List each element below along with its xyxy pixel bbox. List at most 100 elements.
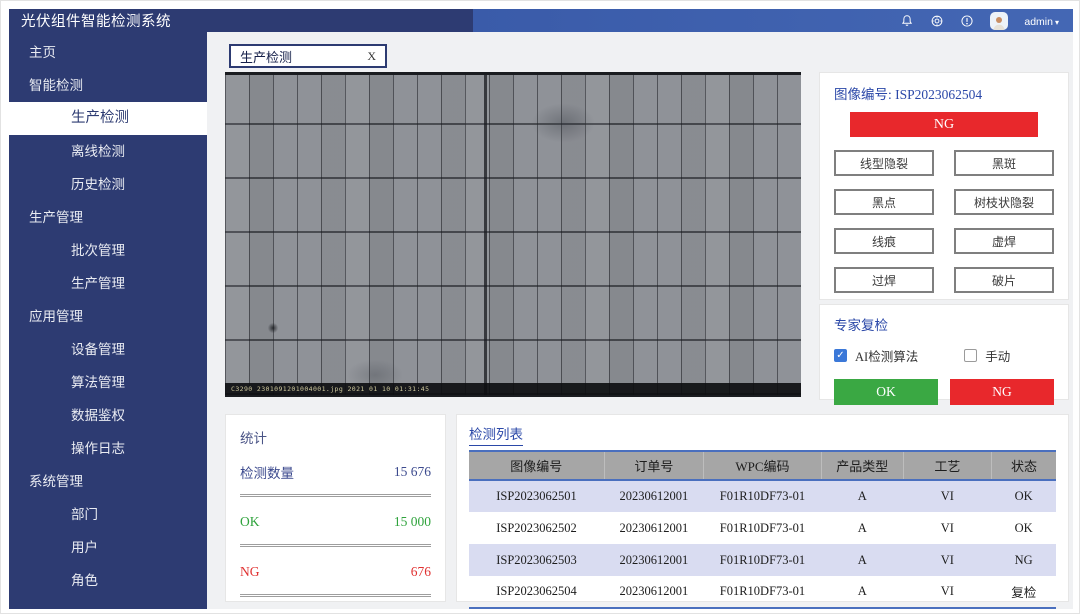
defect-button[interactable]: 线型隐裂 — [834, 150, 934, 176]
table-cell: NG — [991, 544, 1056, 576]
table-row[interactable]: ISP202306250220230612001F01R10DF73-01AVI… — [469, 512, 1056, 544]
sidebar-item[interactable]: 用户 — [9, 531, 207, 564]
app-title: 光伏组件智能检测系统 — [9, 10, 171, 31]
review-mode-option[interactable]: ✓ AI检测算法 — [834, 346, 918, 365]
chevron-down-icon: ▾ — [1055, 18, 1059, 27]
table-cell: ISP2023062504 — [469, 576, 604, 608]
stat-value: 15 000 — [394, 514, 431, 530]
close-icon[interactable]: X — [367, 49, 376, 64]
sidebar-item[interactable]: 算法管理 — [9, 366, 207, 399]
table-cell: OK — [991, 480, 1056, 512]
sidebar-item[interactable]: 部门 — [9, 498, 207, 531]
expert-review-panel: 专家复检 ✓AI检测算法✓手动 OK NG — [819, 304, 1069, 400]
detection-list-title: 检测列表 — [469, 423, 523, 446]
ng-button[interactable]: NG — [950, 379, 1054, 405]
defect-button[interactable]: 虚焊 — [954, 228, 1054, 254]
table-cell: VI — [903, 576, 991, 608]
defect-button[interactable]: 过焊 — [834, 267, 934, 293]
detection-table: 图像编号订单号WPC编码产品类型工艺状态 ISP2023062501202306… — [469, 450, 1056, 609]
ok-button[interactable]: OK — [834, 379, 938, 405]
sidebar-item[interactable]: 系统管理 — [9, 465, 207, 498]
tab-production-inspection[interactable]: 生产检测 X — [229, 44, 387, 68]
table-cell: 20230612001 — [604, 512, 704, 544]
statistics-rows: 检测数量 15 676 OK 15 000 NG676 — [240, 450, 431, 597]
stat-label: OK — [240, 514, 260, 530]
sidebar-item[interactable]: 应用管理 — [9, 300, 207, 333]
table-cell: A — [821, 576, 903, 608]
table-cell: F01R10DF73-01 — [704, 512, 821, 544]
table-cell: ISP2023062502 — [469, 512, 604, 544]
tab-label: 生产检测 — [240, 47, 292, 66]
sidebar-item[interactable]: 角色 — [9, 564, 207, 597]
stat-label: 检测数量 — [240, 462, 294, 482]
gear-icon[interactable] — [930, 14, 944, 28]
checkbox-checked-icon[interactable]: ✓ — [834, 349, 847, 362]
table-row[interactable]: ISP202306250420230612001F01R10DF73-01AVI… — [469, 576, 1056, 608]
table-column-header: 产品类型 — [821, 451, 903, 480]
stat-label: NG — [240, 564, 260, 580]
image-watermark: C3290 2301091201004001.jpg 2021 01 10 01… — [225, 383, 801, 395]
inspection-result-panel: 图像编号: ISP2023062504 NG 线型隐裂黑斑黑点树枝状隐裂线痕虚焊… — [819, 72, 1069, 300]
user-avatar[interactable] — [990, 12, 1008, 30]
defect-button[interactable]: 线痕 — [834, 228, 934, 254]
sidebar-item[interactable]: 生产管理 — [9, 201, 207, 234]
expert-review-title: 专家复检 — [834, 314, 1054, 334]
sidebar-item[interactable]: 设备管理 — [9, 333, 207, 366]
defect-button[interactable]: 破片 — [954, 267, 1054, 293]
el-inspection-image[interactable]: C3290 2301091201004001.jpg 2021 01 10 01… — [225, 72, 801, 397]
result-badge: NG — [850, 112, 1038, 137]
table-column-header: 订单号 — [604, 451, 704, 480]
table-cell: A — [821, 480, 903, 512]
review-mode-option[interactable]: ✓ 手动 — [964, 346, 1010, 365]
table-column-header: 图像编号 — [469, 451, 604, 480]
table-cell: A — [821, 512, 903, 544]
table-cell: 20230612001 — [604, 576, 704, 608]
sidebar-menu: 主页智能检测生产检测离线检测历史检测生产管理批次管理生产管理应用管理设备管理算法… — [9, 32, 207, 609]
review-mode-label: 手动 — [985, 346, 1010, 365]
table-cell: 20230612001 — [604, 544, 704, 576]
stat-row: 检测数量 15 676 — [240, 450, 431, 497]
checkbox-unchecked-icon[interactable]: ✓ — [964, 349, 977, 362]
stat-value: 15 676 — [394, 464, 431, 480]
table-cell: 20230612001 — [604, 480, 704, 512]
table-header-row: 图像编号订单号WPC编码产品类型工艺状态 — [469, 451, 1056, 480]
table-cell: A — [821, 544, 903, 576]
stat-row: NG676 — [240, 550, 431, 597]
sidebar-item[interactable]: 生产检测 — [9, 102, 207, 135]
table-cell: ISP2023062501 — [469, 480, 604, 512]
table-cell: 复检 — [991, 576, 1056, 608]
sidebar-item[interactable]: 智能检测 — [9, 69, 207, 102]
user-menu[interactable]: admin▾ — [1024, 12, 1059, 30]
table-cell: OK — [991, 512, 1056, 544]
table-cell: F01R10DF73-01 — [704, 544, 821, 576]
header-actions: admin▾ — [900, 12, 1073, 30]
table-cell: VI — [903, 544, 991, 576]
defect-button-grid: 线型隐裂黑斑黑点树枝状隐裂线痕虚焊过焊破片 — [834, 150, 1054, 293]
table-row[interactable]: ISP202306250320230612001F01R10DF73-01AVI… — [469, 544, 1056, 576]
sidebar-item[interactable]: 离线检测 — [9, 135, 207, 168]
table-cell: F01R10DF73-01 — [704, 480, 821, 512]
image-id: 图像编号: ISP2023062504 — [834, 83, 1054, 103]
info-icon[interactable] — [960, 14, 974, 28]
table-row[interactable]: ISP202306250120230612001F01R10DF73-01AVI… — [469, 480, 1056, 512]
top-header: 光伏组件智能检测系统 — [9, 9, 1073, 32]
bell-icon[interactable] — [900, 14, 914, 28]
app-window: 光伏组件智能检测系统 — [0, 0, 1080, 614]
verdict-buttons: OK NG — [834, 379, 1054, 405]
sidebar-item[interactable]: 操作日志 — [9, 432, 207, 465]
username-label: admin — [1024, 16, 1053, 28]
table-cell: VI — [903, 480, 991, 512]
defect-button[interactable]: 黑斑 — [954, 150, 1054, 176]
defect-button[interactable]: 黑点 — [834, 189, 934, 215]
sidebar-item[interactable]: 批次管理 — [9, 234, 207, 267]
sidebar-item[interactable]: 主页 — [9, 36, 207, 69]
sidebar-item[interactable]: 历史检测 — [9, 168, 207, 201]
table-cell: ISP2023062503 — [469, 544, 604, 576]
sidebar-item[interactable]: 生产管理 — [9, 267, 207, 300]
defect-button[interactable]: 树枝状隐裂 — [954, 189, 1054, 215]
sidebar-item[interactable]: 数据鉴权 — [9, 399, 207, 432]
review-mode-options: ✓ AI检测算法 ✓ 手动 — [834, 346, 1054, 365]
statistics-panel: 统计 检测数量15 676OK15 000NG676 — [225, 414, 446, 602]
table-column-header: 状态 — [991, 451, 1056, 480]
review-mode-label: AI检测算法 — [855, 346, 918, 365]
